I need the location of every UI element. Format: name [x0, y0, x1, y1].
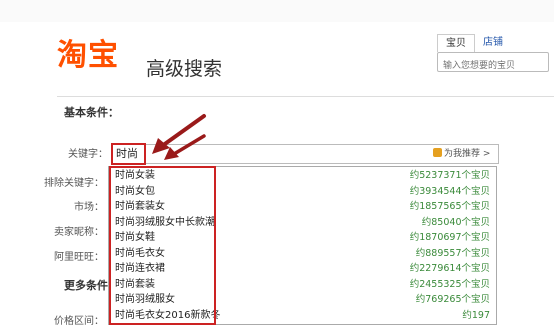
suggestion-term: 时尚毛衣女2016新款冬 [115, 309, 221, 321]
exclude-keyword-label: 排除关键字： [44, 178, 104, 189]
suggestion-term: 时尚套装 [115, 278, 155, 290]
section-basic-title: 基本条件： [64, 106, 119, 119]
header-divider [57, 96, 554, 97]
suggestion-item[interactable]: 时尚女鞋 约1870697个宝贝 [109, 230, 496, 246]
suggestion-count: 约769265个宝贝 [415, 294, 490, 305]
suggestion-item[interactable]: 时尚女包 约3934544个宝贝 [109, 184, 496, 200]
suggestion-item[interactable]: 时尚套装 约2455325个宝贝 [109, 277, 496, 293]
suggestion-count: 约85040个宝贝 [421, 216, 490, 228]
suggestion-count: 约2279614个宝贝 [409, 263, 490, 274]
recommend-link[interactable]: 为我推荐 > [433, 148, 490, 160]
recommend-icon [433, 148, 442, 157]
keyword-label: 关键字： [68, 149, 108, 160]
suggestion-item[interactable]: 时尚毛衣女 约889557个宝贝 [109, 246, 496, 262]
top-search-input[interactable] [438, 57, 554, 75]
suggestion-count: 约1870697个宝贝 [409, 232, 490, 243]
suggestion-term: 时尚连衣裙 [115, 263, 165, 274]
suggestion-item[interactable]: 时尚羽绒服女 约769265个宝贝 [109, 292, 496, 308]
suggestion-count: 约2455325个宝贝 [409, 278, 490, 290]
suggestion-item[interactable]: 时尚连衣裙 约2279614个宝贝 [109, 261, 496, 277]
annotation-arrow-small-icon [164, 134, 206, 160]
recommend-text: 为我推荐 > [444, 149, 491, 159]
market-label: 市场： [74, 202, 104, 213]
suggestion-term: 时尚套装女 [115, 201, 165, 212]
price-range-label: 价格区间： [54, 316, 104, 327]
suggestion-item[interactable]: 时尚羽绒服女中长款潮 约85040个宝贝 [109, 215, 496, 231]
tab-shop[interactable]: 店铺 [475, 34, 511, 51]
top-band [0, 0, 554, 22]
suggestion-item[interactable]: 时尚毛衣女2016新款冬 约197 [109, 308, 496, 324]
seller-label: 卖家昵称： [54, 227, 104, 238]
page-title: 高级搜索 [146, 58, 223, 80]
suggestion-term: 时尚女鞋 [115, 232, 155, 243]
suggestion-item[interactable]: 时尚女装 约5237371个宝贝 [109, 168, 496, 184]
suggestion-count: 约3934544个宝贝 [409, 185, 490, 197]
top-search-box[interactable] [437, 52, 554, 75]
tab-baobei[interactable]: 宝贝 [437, 34, 475, 52]
suggestion-count: 约1857565个宝贝 [409, 201, 490, 212]
section-more-title: 更多条件 [64, 279, 108, 292]
suggestion-dropdown: 时尚女装 约5237371个宝贝 时尚女包 约3934544个宝贝 时尚套装女 … [108, 166, 497, 325]
keyword-annotation-box [111, 143, 146, 165]
suggestion-term: 时尚女包 [115, 185, 155, 197]
suggestion-term: 时尚羽绒服女中长款潮 [115, 216, 215, 228]
suggestion-count: 约5237371个宝贝 [409, 170, 490, 181]
wangwang-label: 阿里旺旺： [54, 252, 104, 263]
suggestion-item[interactable]: 时尚套装女 约1857565个宝贝 [109, 199, 496, 215]
suggestion-count: 约197 [462, 309, 490, 321]
suggestion-count: 约889557个宝贝 [415, 247, 490, 259]
suggestion-term: 时尚毛衣女 [115, 247, 165, 259]
suggestion-term: 时尚女装 [115, 170, 155, 181]
taobao-logo[interactable]: 淘宝 [57, 38, 119, 74]
suggestion-term: 时尚羽绒服女 [115, 294, 175, 305]
